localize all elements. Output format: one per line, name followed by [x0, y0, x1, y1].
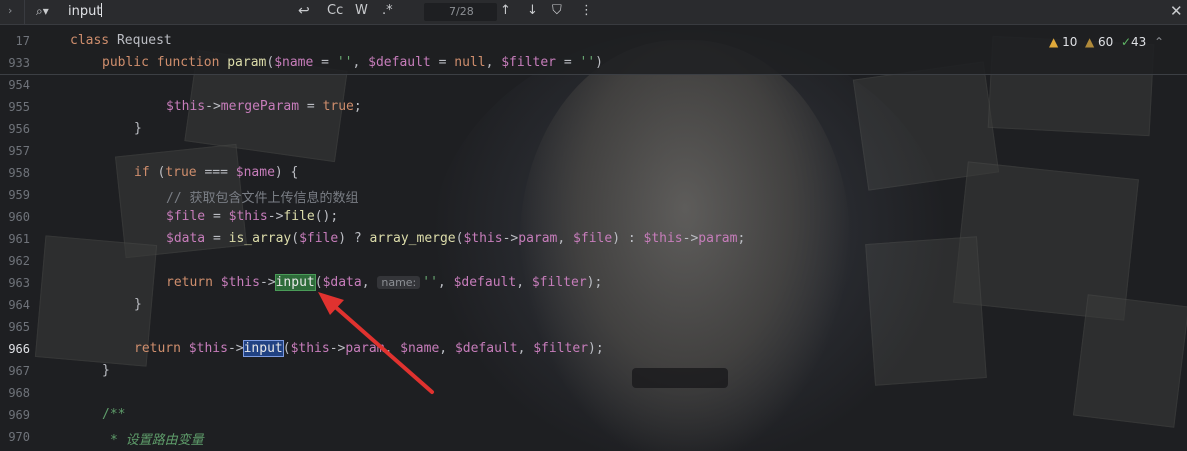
annotation-arrow — [318, 292, 434, 394]
